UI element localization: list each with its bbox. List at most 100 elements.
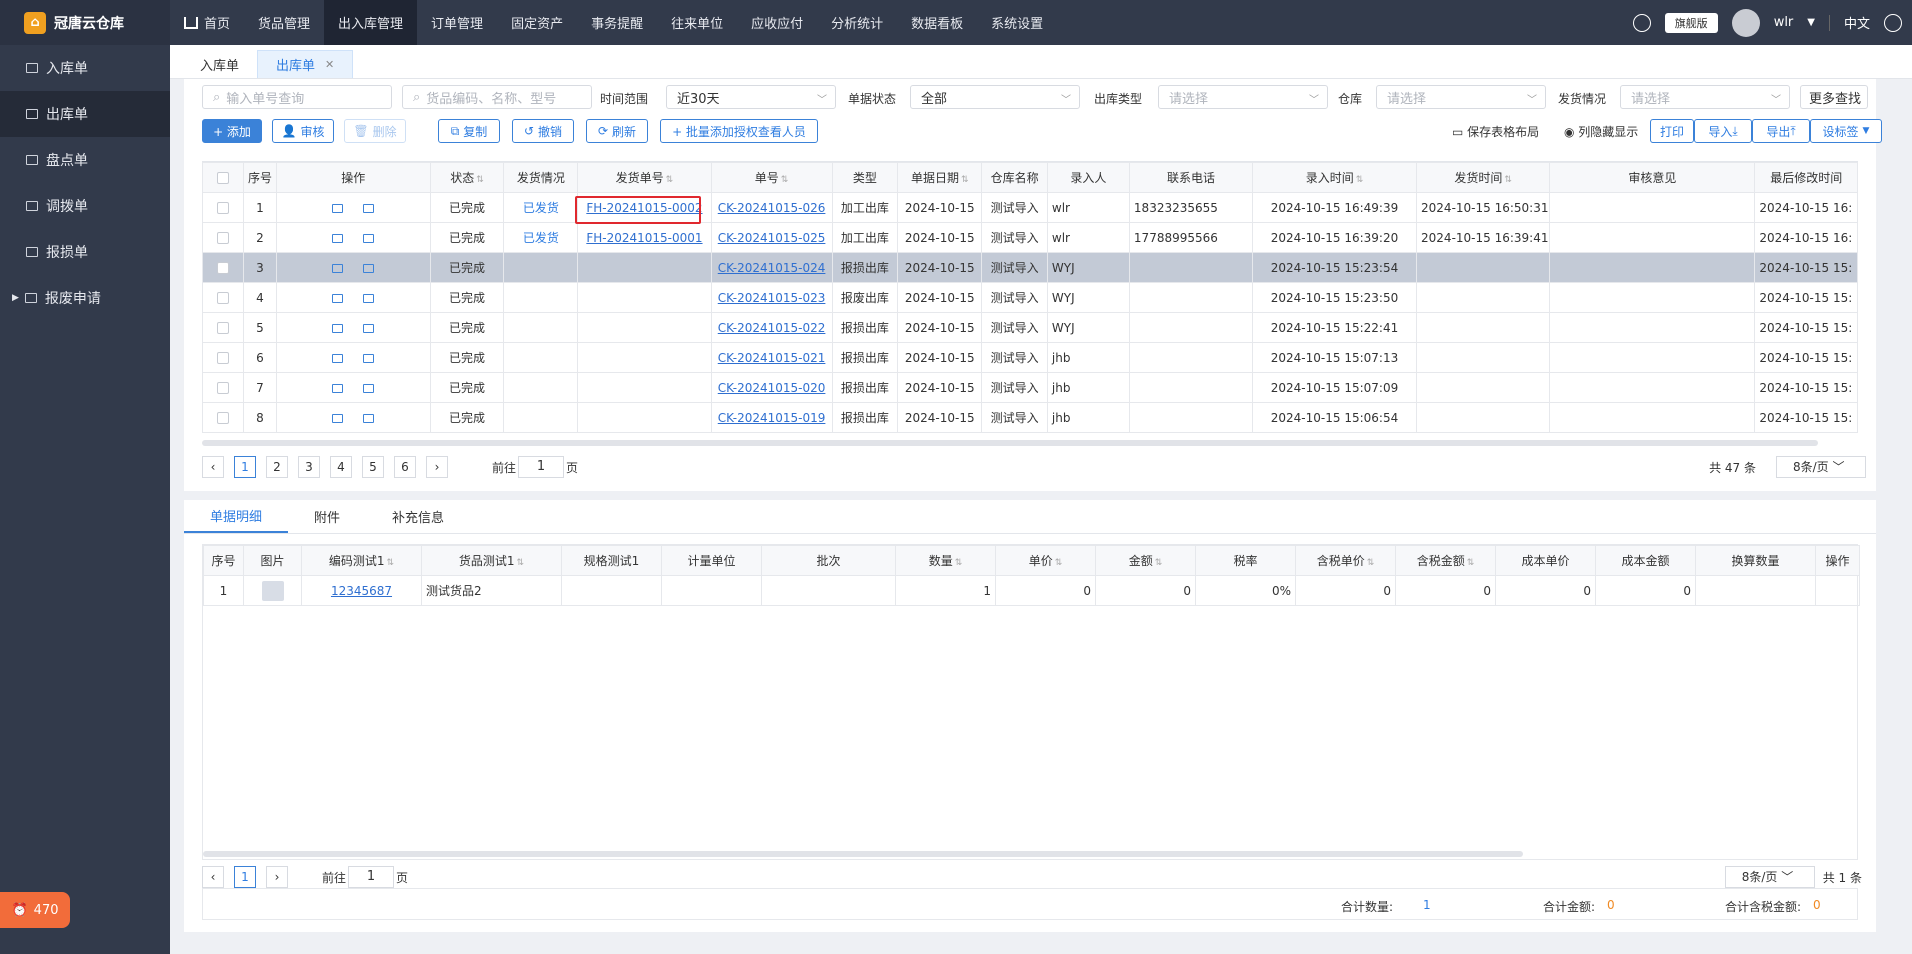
page-button[interactable]: 2 (266, 456, 288, 478)
page-button[interactable]: 3 (298, 456, 320, 478)
sort-icon[interactable]: ⇅ (387, 558, 395, 568)
sidebar-item-outbound[interactable]: 出库单 (0, 91, 170, 137)
tab-attachments[interactable]: 附件 (288, 499, 366, 533)
edit-icon[interactable] (363, 203, 375, 213)
order-no-search-input[interactable]: ⌕ 输入单号查询 (202, 85, 392, 109)
prev-page-button[interactable]: ‹ (202, 456, 224, 478)
batch-auth-button[interactable]: + 批量添加授权查看人员 (660, 119, 818, 143)
warehouse-select[interactable]: 请选择 ﹀ (1376, 85, 1546, 109)
language-switch[interactable]: 中文 (1844, 13, 1870, 32)
table-row[interactable]: 6 已完成 CK-20241015-021 报损出库 2024-10-15 测试导入 jhb… (201, 342, 1858, 373)
sort-icon[interactable]: ⇅ (1367, 558, 1375, 568)
more-search-button[interactable]: 更多查找 (1800, 85, 1868, 109)
print-icon[interactable] (332, 263, 344, 273)
table-row[interactable]: 4 已完成 CK-20241015-023 报废出库 2024-10-15 测试导入 WYJ… (201, 282, 1858, 313)
save-layout-button[interactable]: ▭ 保存表格布局 (1452, 123, 1539, 140)
edit-icon[interactable] (363, 383, 375, 393)
table-row[interactable]: 2 已完成 已发货 FH-20241015-0001 CK-20241015-025 加工… (201, 222, 1858, 253)
print-icon[interactable] (332, 353, 344, 363)
status-select[interactable]: 全部 ﹀ (910, 85, 1080, 109)
user-name[interactable]: wlr (1774, 15, 1794, 30)
print-button[interactable]: 打印 (1650, 119, 1694, 143)
row-checkbox[interactable] (201, 192, 245, 223)
sort-icon[interactable]: ⇅ (781, 175, 789, 185)
print-icon[interactable] (332, 203, 344, 213)
tab-inbound[interactable]: 入库单 (182, 50, 257, 78)
sidebar-item-stocktake[interactable]: 盘点单 (0, 137, 170, 183)
next-page-button[interactable]: › (426, 456, 448, 478)
goto-page-input[interactable]: 1 (518, 456, 565, 478)
sort-icon[interactable]: ⇅ (1467, 558, 1475, 568)
row-checkbox[interactable] (201, 282, 245, 313)
page-size-select[interactable]: 8条/页 ﹀ (1724, 866, 1815, 888)
sort-icon[interactable]: ⇅ (1356, 175, 1364, 185)
order-no-link[interactable]: CK-20241015-024 (718, 261, 826, 275)
close-icon[interactable]: ✕ (325, 58, 334, 71)
ship-select[interactable]: 请选择 ﹀ (1620, 85, 1790, 109)
nav-item[interactable]: 出入库管理 (324, 0, 418, 45)
sort-icon[interactable]: ⇅ (955, 558, 963, 568)
print-icon[interactable] (332, 293, 344, 303)
order-no-link[interactable]: CK-20241015-022 (718, 321, 826, 335)
page-button[interactable]: 1 (234, 866, 256, 888)
nav-item[interactable]: 系统设置 (977, 0, 1057, 45)
sort-icon[interactable]: ⇅ (666, 175, 674, 185)
tab-outbound[interactable]: 出库单 ✕ (257, 50, 354, 78)
edit-icon[interactable] (363, 233, 375, 243)
table-row[interactable]: 3 已完成 CK-20241015-024 报损出库 2024-10-15 测试导入 WYJ… (201, 252, 1858, 283)
goods-search-input[interactable]: ⌕ 货品编码、名称、型号 (402, 85, 592, 109)
order-no-link[interactable]: CK-20241015-021 (718, 351, 826, 365)
row-actions[interactable] (1815, 575, 1860, 606)
horizontal-scrollbar[interactable] (202, 440, 1818, 446)
nav-item[interactable]: 固定资产 (497, 0, 577, 45)
order-no-link[interactable]: CK-20241015-026 (718, 201, 826, 215)
order-no-link[interactable]: CK-20241015-025 (718, 231, 826, 245)
edit-icon[interactable] (363, 323, 375, 333)
nav-item[interactable]: 首页 (170, 0, 244, 45)
out-type-select[interactable]: 请选择 ﹀ (1158, 85, 1328, 109)
app-logo[interactable]: ⌂ 冠唐云仓库 (0, 0, 170, 45)
nav-item[interactable]: 货品管理 (244, 0, 324, 45)
table-row[interactable]: 5 已完成 CK-20241015-022 报损出库 2024-10-15 测试导入 WYJ… (201, 312, 1858, 343)
edit-icon[interactable] (363, 353, 375, 363)
prev-page-button[interactable]: ‹ (202, 866, 224, 888)
row-checkbox[interactable] (201, 222, 245, 253)
next-page-button[interactable]: › (266, 866, 288, 888)
code-link[interactable]: 12345687 (331, 584, 392, 598)
ship-no-link[interactable]: FH-20241015-0001 (586, 231, 702, 245)
page-size-select[interactable]: 8条/页 ﹀ (1776, 456, 1866, 478)
nav-item[interactable]: 事务提醒 (577, 0, 657, 45)
print-icon[interactable] (332, 413, 344, 423)
row-checkbox[interactable] (201, 252, 245, 283)
tab-supplement[interactable]: 补充信息 (366, 499, 470, 533)
column-toggle-button[interactable]: ◉ 列隐藏显示 (1564, 123, 1638, 140)
nav-item[interactable]: 往来单位 (657, 0, 737, 45)
revoke-button[interactable]: ↺ 撤销 (512, 119, 574, 143)
sidebar-item-scrap[interactable]: ▶ 报废申请 (0, 275, 170, 321)
nav-item[interactable]: 订单管理 (417, 0, 497, 45)
print-icon[interactable] (332, 383, 344, 393)
row-checkbox[interactable] (201, 402, 245, 433)
page-button[interactable]: 6 (394, 456, 416, 478)
sidebar-item-transfer[interactable]: 调拨单 (0, 183, 170, 229)
sort-icon[interactable]: ⇅ (517, 558, 525, 568)
print-icon[interactable] (332, 323, 344, 333)
row-checkbox[interactable] (201, 372, 245, 403)
row-checkbox[interactable] (201, 342, 245, 373)
sort-icon[interactable]: ⇅ (961, 175, 969, 185)
add-button[interactable]: + 添加 (202, 119, 262, 143)
sort-icon[interactable]: ⇅ (1504, 175, 1512, 185)
horizontal-scrollbar[interactable] (203, 851, 1523, 857)
alert-badge[interactable]: ⏰ 470 (0, 892, 70, 928)
audit-button[interactable]: 👤 审核 (272, 119, 334, 143)
order-no-link[interactable]: CK-20241015-020 (718, 381, 826, 395)
table-row[interactable]: 8 已完成 CK-20241015-019 报损出库 2024-10-15 测试导入 jhb… (201, 402, 1858, 433)
goto-page-input[interactable]: 1 (348, 866, 395, 888)
import-button[interactable]: 导入 ⤓ (1694, 119, 1752, 143)
edit-icon[interactable] (363, 263, 375, 273)
refresh-button[interactable]: ⟳ 刷新 (586, 119, 648, 143)
sidebar-item-inbound[interactable]: 入库单 (0, 45, 170, 91)
edit-icon[interactable] (363, 413, 375, 423)
theme-icon[interactable] (1632, 13, 1651, 32)
detail-row[interactable]: 1 12345687 测试货品2 1 0 0 0% 0 0 0 0 (203, 575, 1860, 606)
